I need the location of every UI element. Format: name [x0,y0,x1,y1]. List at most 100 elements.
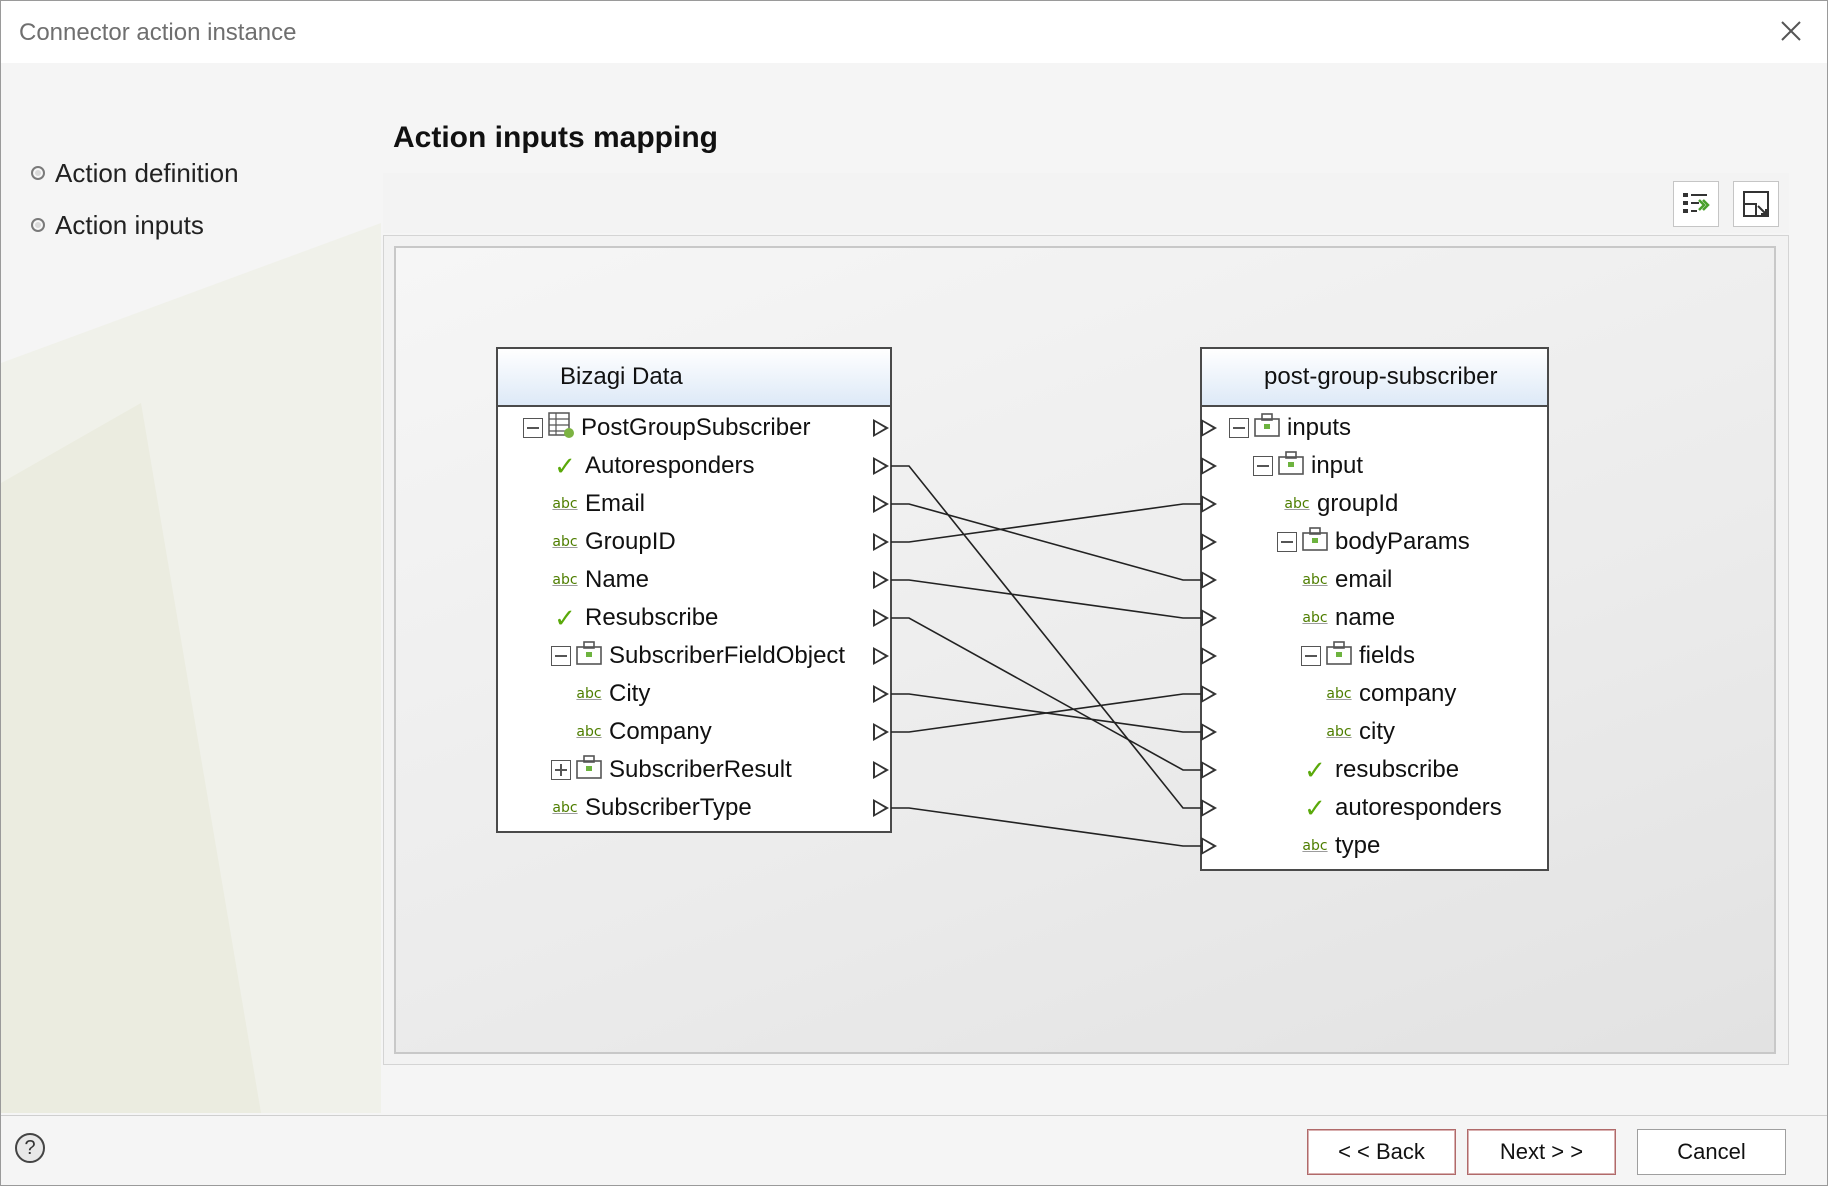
tree-row-resubscribe[interactable]: ✓ Resubscribe [551,599,718,637]
collapse-icon[interactable] [1229,418,1249,438]
boolean-check-icon: ✓ [554,602,576,633]
connector-port-icon[interactable] [1201,571,1217,589]
step-bullet-icon [31,218,45,232]
string-abc-icon: abc [552,572,578,588]
object-icon [575,640,603,673]
tree-row-label: groupId [1317,490,1399,517]
connector-port-icon[interactable] [873,495,889,513]
tree-row-groupid[interactable]: abc groupId [1283,485,1398,523]
tree-row-email[interactable]: abc email [1301,561,1392,599]
connector-port-icon[interactable] [1201,609,1217,627]
connector-port-icon[interactable] [1201,723,1217,741]
collapse-icon[interactable] [1301,646,1321,666]
tree-row-bodyparams[interactable]: bodyParams [1277,523,1470,561]
tree-row-postgroupsubscriber[interactable]: PostGroupSubscriber [523,409,810,447]
step-bullet-icon [31,166,45,180]
step-label: Action definition [55,157,239,188]
object-icon [1277,450,1305,483]
string-abc-icon: abc [1302,572,1328,588]
boolean-check-icon: ✓ [1304,792,1326,823]
close-icon[interactable] [1773,13,1809,49]
tree-row-label: GroupID [585,528,676,555]
connector-port-icon[interactable] [1201,837,1217,855]
string-abc-icon: abc [576,724,602,740]
tree-row-label: type [1335,832,1381,859]
tree-row-subscriberfieldobject[interactable]: SubscriberFieldObject [551,637,845,675]
expand-icon[interactable] [551,760,571,780]
fit-view-button[interactable] [1733,181,1779,227]
auto-map-icon [1683,193,1710,213]
target-box-title: post-group-subscriber [1202,349,1547,407]
tree-row-subscriberresult[interactable]: SubscriberResult [551,751,792,789]
connector-port-icon[interactable] [873,723,889,741]
string-abc-icon: abc [1302,838,1328,854]
window-title: Connector action instance [19,19,297,46]
connector-port-icon[interactable] [1201,495,1217,513]
string-abc-icon: abc [576,686,602,702]
object-icon [575,754,603,787]
string-abc-icon: abc [1326,686,1352,702]
tree-row-label: Name [585,566,650,593]
connector-port-icon[interactable] [873,571,889,589]
connector-port-icon[interactable] [873,419,889,437]
connector-port-icon[interactable] [873,685,889,703]
connector-port-icon[interactable] [1201,647,1217,665]
tree-row-name[interactable]: abc name [1301,599,1395,637]
connector-port-icon[interactable] [1201,685,1217,703]
connector-port-icon[interactable] [873,647,889,665]
tree-row-label: inputs [1287,414,1352,441]
title-bar: Connector action instance [1,1,1827,63]
tree-row-input[interactable]: input [1253,447,1363,485]
tree-row-company[interactable]: abc company [1325,675,1456,713]
connector-port-icon[interactable] [873,457,889,475]
step-action-inputs[interactable]: Action inputs [31,199,239,251]
connector-port-icon[interactable] [1201,761,1217,779]
tree-row-type[interactable]: abc type [1301,827,1380,865]
collapse-icon[interactable] [551,646,571,666]
connector-port-icon[interactable] [873,609,889,627]
collapse-icon[interactable] [523,418,543,438]
collapse-icon[interactable] [1277,532,1297,552]
tree-row-email[interactable]: abc Email [551,485,645,523]
connector-port-icon[interactable] [1201,419,1217,437]
tree-row-label: bodyParams [1335,528,1470,555]
tree-row-autoresponders[interactable]: ✓ Autoresponders [551,447,754,485]
tree-row-resubscribe[interactable]: ✓ resubscribe [1301,751,1459,789]
tree-row-groupid[interactable]: abc GroupID [551,523,676,561]
tree-row-autoresponders[interactable]: ✓ autoresponders [1301,789,1502,827]
tree-row-city[interactable]: abc city [1325,713,1395,751]
tree-row-city[interactable]: abc City [575,675,650,713]
tree-row-subscribertype[interactable]: abc SubscriberType [551,789,751,827]
tree-row-company[interactable]: abc Company [575,713,712,751]
next-button[interactable]: Next > > [1467,1129,1616,1175]
step-action-definition[interactable]: Action definition [31,147,239,199]
tree-row-label: email [1335,566,1393,593]
string-abc-icon: abc [1326,724,1352,740]
connector-port-icon[interactable] [1201,799,1217,817]
connector-port-icon[interactable] [873,761,889,779]
boolean-check-icon: ✓ [554,450,576,481]
tree-row-fields[interactable]: fields [1301,637,1415,675]
tree-row-label: Autoresponders [585,452,755,479]
tree-row-label: Company [609,718,712,745]
connector-port-icon[interactable] [873,799,889,817]
connector-port-icon[interactable] [1201,533,1217,551]
mapping-toolbar [383,173,1789,233]
help-icon[interactable]: ? [15,1133,45,1163]
cancel-button[interactable]: Cancel [1637,1129,1786,1175]
boolean-check-icon: ✓ [1304,754,1326,785]
tree-row-name[interactable]: abc Name [551,561,649,599]
footer-divider [1,1115,1827,1116]
step-label: Action inputs [55,209,204,240]
tree-row-label: autoresponders [1335,794,1502,821]
connector-dialog: Connector action instance Action definit… [0,0,1828,1186]
object-icon [1301,526,1329,559]
connector-port-icon[interactable] [873,533,889,551]
string-abc-icon: abc [552,800,578,816]
tree-row-label: City [609,680,651,707]
connector-port-icon[interactable] [1201,457,1217,475]
auto-map-button[interactable] [1673,181,1719,227]
back-button[interactable]: < < Back [1307,1129,1456,1175]
tree-row-inputs[interactable]: inputs [1229,409,1351,447]
collapse-icon[interactable] [1253,456,1273,476]
